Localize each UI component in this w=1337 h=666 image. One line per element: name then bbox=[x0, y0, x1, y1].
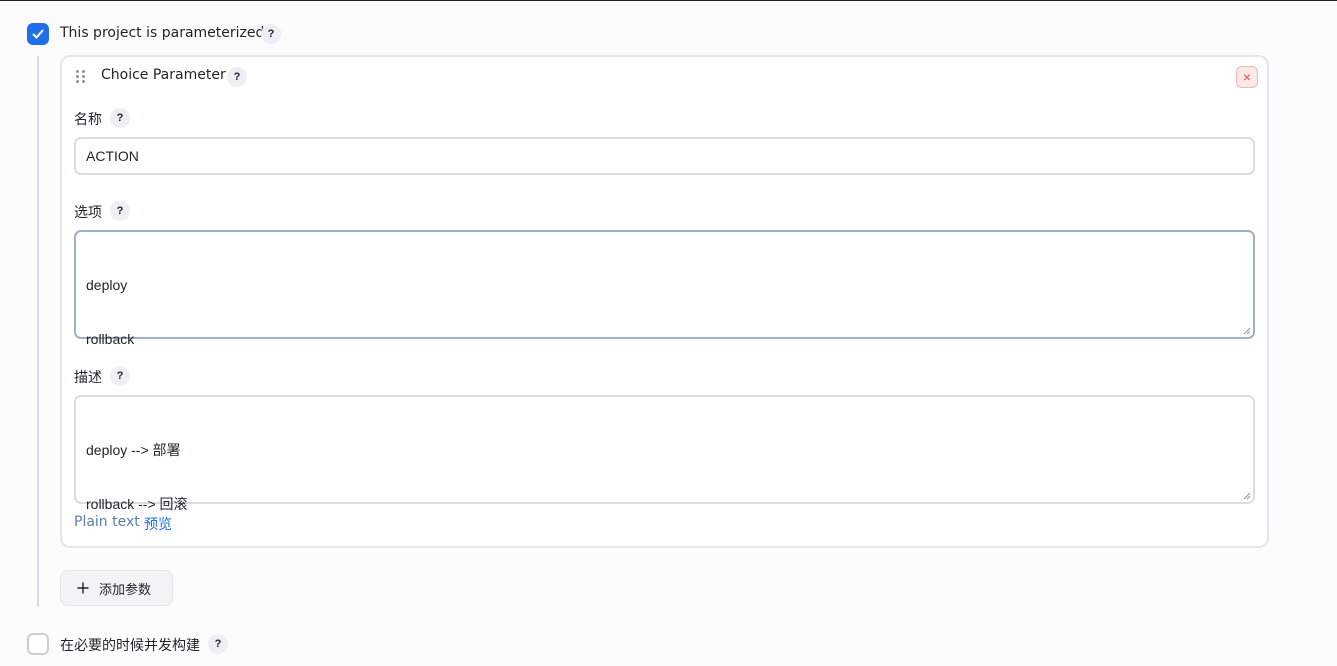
name-field-label: 名称 bbox=[74, 112, 102, 128]
top-border bbox=[0, 0, 1337, 1]
delete-parameter-button[interactable]: × bbox=[1236, 66, 1258, 88]
section-indent-line bbox=[37, 56, 39, 606]
close-icon: × bbox=[1242, 69, 1252, 85]
choices-textarea[interactable]: deploy rollback bbox=[74, 230, 1255, 347]
plus-icon bbox=[77, 582, 89, 594]
choices-help-icon[interactable]: ? bbox=[110, 201, 130, 221]
description-field-label: 描述 bbox=[74, 370, 102, 386]
name-input[interactable]: ACTION bbox=[74, 137, 1255, 175]
add-parameter-button[interactable]: 添加参数 bbox=[60, 570, 173, 606]
choice-line: rollback bbox=[86, 331, 135, 347]
parameterized-help-icon[interactable]: ? bbox=[261, 24, 281, 44]
resize-handle-icon[interactable] bbox=[1243, 327, 1251, 335]
resize-handle-icon[interactable] bbox=[1243, 492, 1251, 500]
concurrent-build-checkbox[interactable] bbox=[27, 633, 49, 655]
description-help-icon[interactable]: ? bbox=[110, 366, 130, 386]
choice-line: deploy bbox=[86, 277, 128, 293]
plain-text-link[interactable]: Plain text bbox=[74, 514, 140, 530]
parameter-type-help-icon[interactable]: ? bbox=[227, 67, 247, 87]
concurrent-build-help-icon[interactable]: ? bbox=[208, 634, 228, 654]
drag-handle-icon[interactable] bbox=[76, 70, 86, 84]
description-textarea[interactable]: deploy --> 部署 rollback --> 回滚 bbox=[74, 395, 1255, 512]
checkmark-icon bbox=[32, 29, 44, 39]
parameterized-checkbox[interactable] bbox=[27, 23, 49, 45]
add-parameter-label: 添加参数 bbox=[99, 582, 152, 598]
choices-field-label: 选项 bbox=[74, 205, 102, 221]
preview-link[interactable]: 预览 bbox=[144, 514, 172, 534]
description-line: rollback --> 回滚 bbox=[86, 496, 188, 512]
parameter-type-title: Choice Parameter bbox=[101, 67, 226, 83]
name-help-icon[interactable]: ? bbox=[110, 108, 130, 128]
parameterized-label: This project is parameterized bbox=[60, 25, 265, 41]
description-line: deploy --> 部署 bbox=[86, 442, 181, 458]
concurrent-build-label: 在必要的时候并发构建 bbox=[60, 638, 200, 654]
